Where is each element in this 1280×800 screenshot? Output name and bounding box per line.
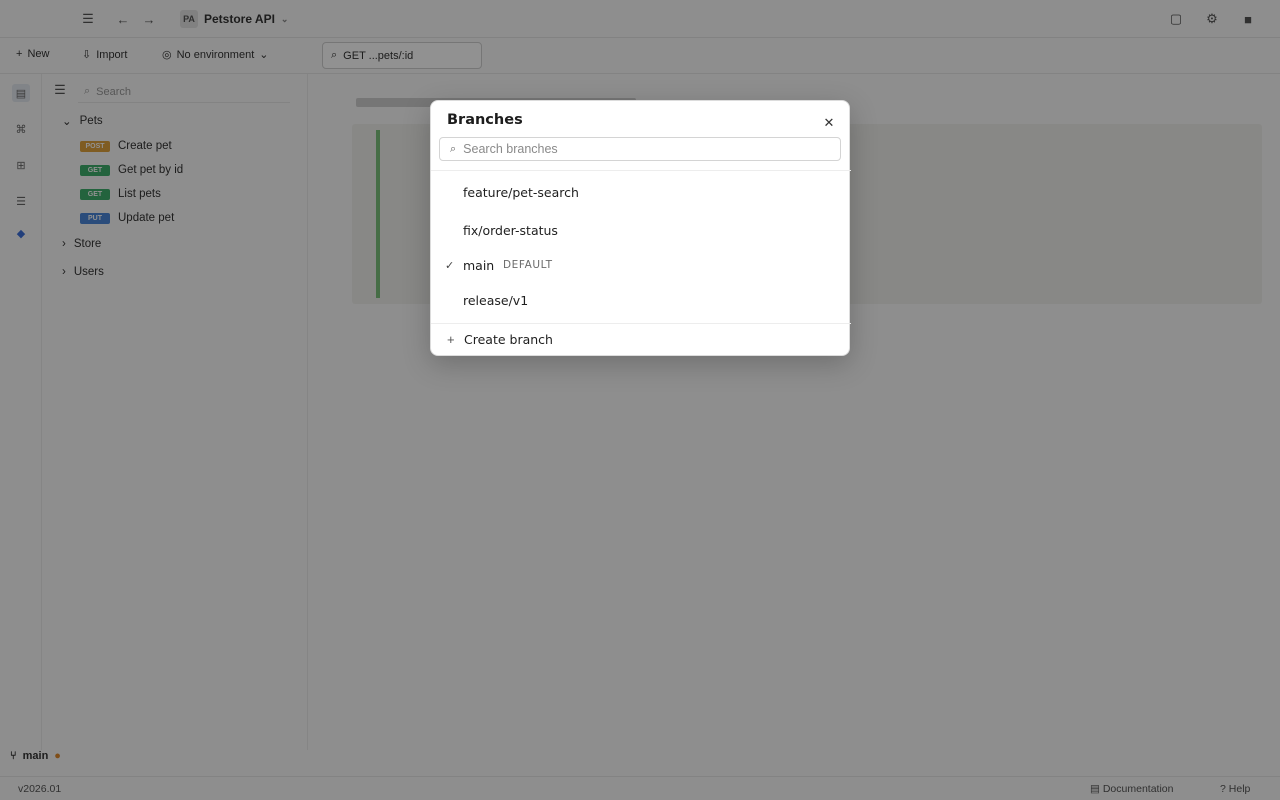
divider bbox=[431, 170, 851, 171]
branch-item[interactable]: release/v1 bbox=[431, 283, 851, 317]
dialog-title: Branches bbox=[447, 112, 523, 128]
branch-search-input[interactable] bbox=[463, 142, 824, 156]
check-icon: ✓ bbox=[445, 259, 455, 272]
create-branch-label: Create branch bbox=[464, 331, 553, 347]
default-badge: DEFAULT bbox=[503, 259, 553, 271]
branches-dialog: Branches ✕ ⌕ feature/pet-search fix/orde… bbox=[430, 100, 851, 356]
branch-name: main bbox=[463, 257, 495, 273]
branch-search[interactable]: ⌕ bbox=[439, 137, 841, 161]
search-icon: ⌕ bbox=[450, 142, 457, 155]
plus-icon: + bbox=[447, 331, 455, 347]
branch-item-selected[interactable]: ✓ main DEFAULT bbox=[431, 248, 851, 282]
branch-name: fix/order-status bbox=[463, 222, 558, 238]
close-icon[interactable]: ✕ bbox=[819, 113, 839, 133]
create-branch-button[interactable]: + Create branch bbox=[431, 323, 851, 355]
branch-name: release/v1 bbox=[463, 292, 529, 308]
branch-item[interactable]: feature/pet-search bbox=[431, 175, 851, 209]
branch-name: feature/pet-search bbox=[463, 184, 579, 200]
branch-item[interactable]: fix/order-status bbox=[431, 213, 851, 247]
